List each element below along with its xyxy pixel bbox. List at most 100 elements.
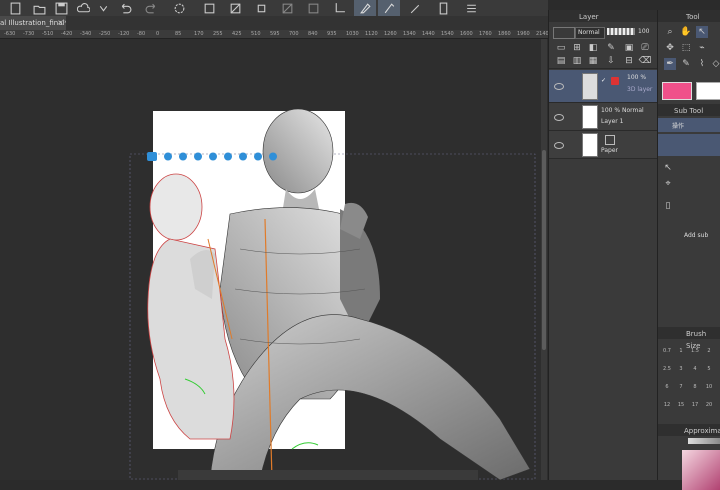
ruler-label: -80	[137, 31, 146, 37]
undo-icon[interactable]	[114, 0, 136, 16]
trash-icon[interactable]: ⌫	[639, 55, 652, 67]
eye-icon[interactable]	[554, 83, 564, 90]
ruler-label: 0	[156, 31, 160, 37]
open-file-icon[interactable]	[28, 0, 50, 16]
loading-icon[interactable]	[168, 0, 190, 16]
brush-icon[interactable]: ⌇	[696, 58, 708, 70]
opacity-slider[interactable]	[607, 28, 635, 35]
brush-size-option[interactable]: 17	[690, 400, 700, 410]
color-field[interactable]	[682, 450, 720, 490]
blend-mode-select[interactable]: Normal	[575, 27, 605, 39]
brush-size-option[interactable]: 7	[676, 382, 686, 392]
transfer-down-icon[interactable]: ⇩	[605, 55, 617, 67]
add-sub-tool-button[interactable]: Add sub	[684, 232, 708, 239]
hand-icon[interactable]: ✋	[680, 26, 692, 38]
brush-size-option[interactable]: 12	[662, 400, 672, 410]
mask-icon[interactable]: ▣	[623, 42, 635, 54]
reference-icon[interactable]: ◧	[587, 42, 599, 54]
eraser-icon[interactable]: ◇	[710, 58, 720, 70]
brush-mode-icon[interactable]	[404, 0, 426, 16]
layer-name: Layer 1	[601, 118, 624, 125]
eyedropper-icon[interactable]: ⌁	[696, 42, 708, 54]
layer-row[interactable]: ✓ 100 % 3D layer	[549, 70, 657, 103]
zoom-icon[interactable]: ⌕	[664, 26, 676, 38]
brush-size-option[interactable]: 8	[690, 382, 700, 392]
document-tab[interactable]: al Illustration_final* ×	[0, 16, 66, 30]
new-file-icon[interactable]	[4, 0, 26, 16]
paper-icon	[605, 135, 615, 145]
sub-tool-tab-operation[interactable]: 操作	[658, 118, 720, 132]
ruler-label: 255	[213, 31, 223, 37]
brush-size-option[interactable]: 2	[704, 346, 714, 356]
brush-size-option[interactable]: 20	[704, 400, 714, 410]
approx-slider[interactable]	[688, 438, 720, 444]
approx-title: Approximat	[684, 427, 720, 435]
menu-icon[interactable]	[460, 0, 482, 16]
brush-size-option[interactable]: 15	[676, 400, 686, 410]
layer-panel: Layer Normal 100 ▭ ⊞ ◧ ✎ ▣ ⎚ ▤ ▥ ▦ ⇩ ⊟ ⌫…	[548, 10, 657, 480]
canvas-area[interactable]	[0, 39, 548, 480]
draw-mode-icon[interactable]	[354, 0, 376, 16]
sub-tool-object[interactable]	[658, 134, 720, 156]
fill-icon[interactable]	[224, 0, 246, 16]
lightbox-icon[interactable]: ⌖	[662, 178, 674, 190]
eye-icon[interactable]	[554, 114, 564, 121]
draft-icon[interactable]: ✎	[605, 42, 617, 54]
operation-icon[interactable]: ↖	[696, 26, 708, 38]
horizontal-ruler: -630 -730 -510 -420 -340 -250 -120 -80 0 85 170 255…	[0, 30, 549, 39]
brush-size-option[interactable]: 10	[704, 382, 714, 392]
layer-name: Paper	[601, 147, 618, 154]
clip-icon[interactable]: ⊞	[571, 42, 583, 54]
selection-icon[interactable]: ⬚	[680, 42, 692, 54]
checkmark-icon: ✓	[601, 77, 607, 84]
brush-size-option[interactable]: 1.5	[690, 346, 700, 356]
save-icon[interactable]	[50, 0, 72, 16]
sub-tool-operation-label: 操作	[672, 123, 685, 130]
new-folder-icon[interactable]: ▦	[587, 55, 599, 67]
select-none-icon[interactable]	[276, 0, 298, 16]
document-tab-label: al Illustration_final*	[0, 19, 66, 27]
brush-size-option[interactable]: 4	[690, 364, 700, 374]
crop-icon[interactable]	[328, 0, 350, 16]
layer-color-swatch[interactable]	[553, 27, 575, 39]
chevron-down-icon[interactable]	[92, 0, 114, 16]
brush-size-option[interactable]: 6	[662, 382, 672, 392]
layer-row[interactable]: 100 % Normal Layer 1	[549, 103, 657, 131]
lock-icon[interactable]: ▭	[555, 42, 567, 54]
redo-icon[interactable]	[140, 0, 162, 16]
delete-layer-icon[interactable]: ⎚	[639, 42, 651, 54]
eye-icon[interactable]	[554, 142, 564, 149]
ruler-label: -510	[42, 31, 54, 37]
cloud-icon[interactable]	[72, 0, 94, 16]
brush-size-option[interactable]: 3	[676, 364, 686, 374]
object-icon[interactable]: ↖	[662, 162, 674, 174]
brush-size-grid: 0.7 1 1.5 2 2.5 3 4 5 6 7 8 10 12 15 17 20	[658, 342, 720, 422]
close-icon[interactable]: ×	[57, 16, 64, 30]
invert-icon[interactable]	[302, 0, 324, 16]
brush-size-option[interactable]: 5	[704, 364, 714, 374]
scrollbar-thumb[interactable]	[542, 150, 546, 350]
move-layer-icon[interactable]: ✥	[664, 42, 676, 54]
new-vector-layer-icon[interactable]: ▥	[571, 55, 583, 67]
main-color-swatch[interactable]	[662, 82, 692, 100]
3d-pose-toolbar	[146, 148, 286, 161]
sub-color-swatch[interactable]	[696, 82, 720, 100]
layer-row[interactable]: Paper	[549, 131, 657, 159]
clear-icon[interactable]	[198, 0, 220, 16]
layer-select-icon[interactable]: ▯	[662, 200, 674, 212]
pen-icon[interactable]: ✒	[664, 58, 676, 70]
brush-size-option[interactable]: 0.7	[662, 346, 672, 356]
3d-figures[interactable]	[0, 39, 548, 480]
ruler-label: -340	[80, 31, 92, 37]
brush-size-option[interactable]: 2.5	[662, 364, 672, 374]
tool-panel: Tool ⌕ ✋ ↖ ✥ ⬚ ⌁ ✒ ✎ ⌇ ◇ Sub Tool 操作 ↖ ⌖…	[657, 10, 720, 490]
device-icon[interactable]	[432, 0, 454, 16]
merge-icon[interactable]: ⊟	[623, 55, 635, 67]
ruler-label: 935	[327, 31, 337, 37]
transform-icon[interactable]	[250, 0, 272, 16]
pencil-icon[interactable]: ✎	[680, 58, 692, 70]
new-raster-layer-icon[interactable]: ▤	[555, 55, 567, 67]
brush-size-option[interactable]: 1	[676, 346, 686, 356]
ruler-label: 1030	[346, 31, 359, 37]
pen-mode-icon[interactable]	[378, 0, 400, 16]
